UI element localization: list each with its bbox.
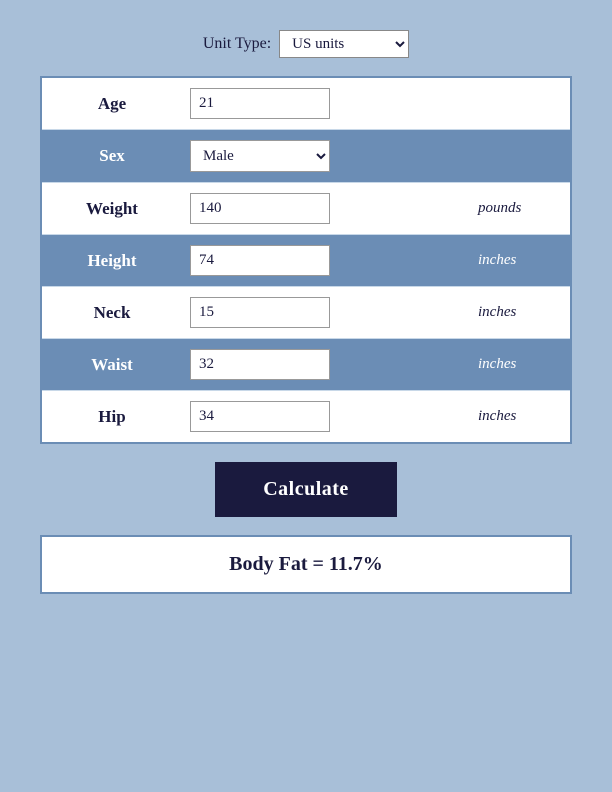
sex-select[interactable]: MaleFemale bbox=[190, 140, 330, 172]
table-row-age: Age bbox=[42, 78, 570, 130]
input-cell-neck bbox=[182, 287, 470, 338]
label-height: Height bbox=[42, 235, 182, 286]
unit-hip: inches bbox=[470, 391, 570, 442]
unit-neck: inches bbox=[470, 287, 570, 338]
unit-type-select[interactable]: US units Metric units bbox=[279, 30, 409, 58]
table-row-height: Height inches bbox=[42, 235, 570, 287]
unit-type-label: Unit Type: bbox=[203, 35, 271, 53]
table-row-neck: Neck inches bbox=[42, 287, 570, 339]
label-sex: Sex bbox=[42, 130, 182, 182]
unit-type-row: Unit Type: US units Metric units bbox=[203, 30, 409, 58]
label-waist: Waist bbox=[42, 339, 182, 390]
unit-sex bbox=[470, 130, 570, 182]
label-age: Age bbox=[42, 78, 182, 129]
input-cell-sex: MaleFemale bbox=[182, 130, 470, 182]
label-neck: Neck bbox=[42, 287, 182, 338]
unit-waist: inches bbox=[470, 339, 570, 390]
label-hip: Hip bbox=[42, 391, 182, 442]
neck-input[interactable] bbox=[190, 297, 330, 328]
input-cell-height bbox=[182, 235, 470, 286]
age-input[interactable] bbox=[190, 88, 330, 119]
result-box: Body Fat = 11.7% bbox=[40, 535, 572, 594]
unit-weight: pounds bbox=[470, 183, 570, 234]
main-table: AgeSexMaleFemaleWeight pounds Height inches… bbox=[40, 76, 572, 444]
table-row-sex: SexMaleFemale bbox=[42, 130, 570, 183]
unit-height: inches bbox=[470, 235, 570, 286]
input-cell-hip bbox=[182, 391, 470, 442]
label-weight: Weight bbox=[42, 183, 182, 234]
input-cell-waist bbox=[182, 339, 470, 390]
hip-input[interactable] bbox=[190, 401, 330, 432]
calculate-button[interactable]: Calculate bbox=[215, 462, 397, 517]
weight-input[interactable] bbox=[190, 193, 330, 224]
unit-age bbox=[470, 78, 570, 129]
input-cell-age bbox=[182, 78, 470, 129]
table-row-waist: Waist inches bbox=[42, 339, 570, 391]
waist-input[interactable] bbox=[190, 349, 330, 380]
table-row-hip: Hip inches bbox=[42, 391, 570, 442]
input-cell-weight bbox=[182, 183, 470, 234]
height-input[interactable] bbox=[190, 245, 330, 276]
table-row-weight: Weight pounds bbox=[42, 183, 570, 235]
